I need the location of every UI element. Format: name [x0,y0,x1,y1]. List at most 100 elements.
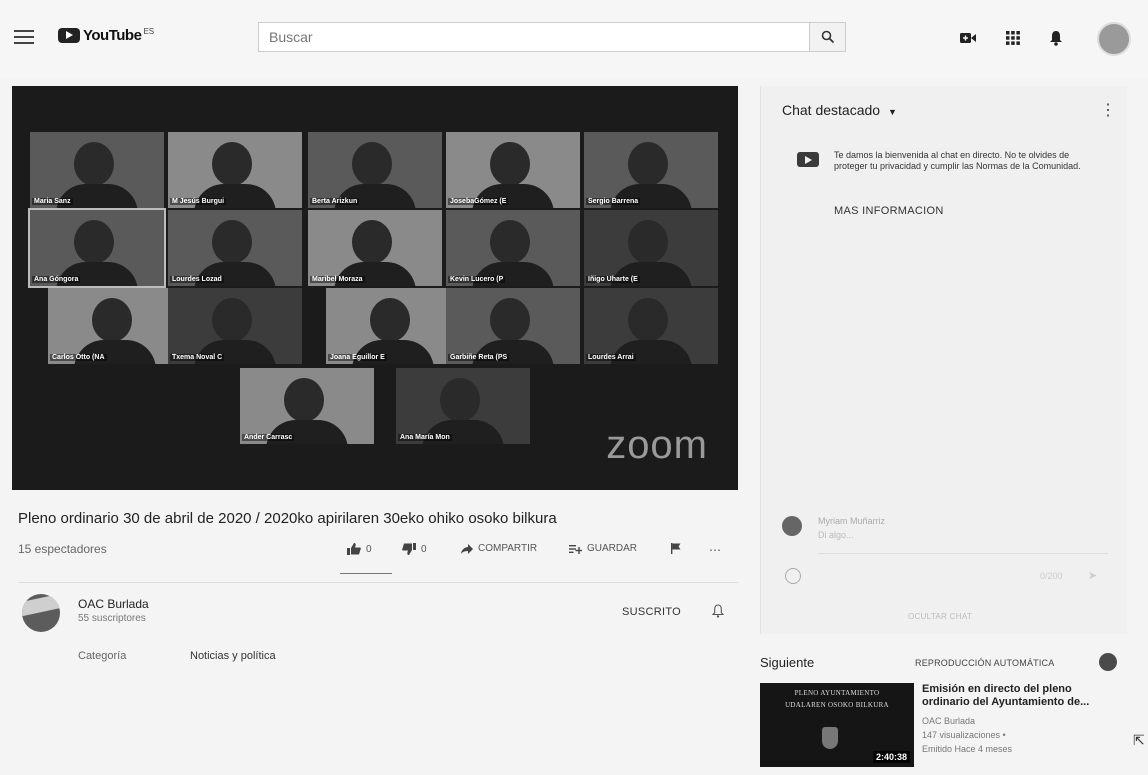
next-video-views: 147 visualizaciones • [922,730,1006,740]
report-button[interactable] [671,543,681,554]
next-video-title[interactable]: Emisión en directo del pleno ordinario d… [922,683,1107,709]
participant-tile: Ander Carrasc [240,368,374,444]
participant-name: JosebaGómez (E [448,198,509,205]
share-button[interactable]: COMPARTIR [461,543,537,554]
participant-tile: Berta Arizkun [308,132,442,208]
participant-face [628,142,668,186]
participant-name: M Jesús Burgui [170,198,227,205]
participant-face [284,378,324,422]
chat-more-icon[interactable]: ⋮ [1100,100,1116,120]
channel-avatar[interactable] [22,594,60,632]
youtube-play-icon [58,28,80,43]
thumbs-down-icon [402,543,416,555]
next-up-label: Siguiente [760,655,815,670]
participant-name: Ana Góngora [32,276,81,283]
channel-bell-icon[interactable] [711,604,725,623]
participant-tile: Carlos Otto (NA [48,288,182,364]
participant-tile: Maria Sanz [30,132,164,208]
participant-name: Lourdes Lozad [170,276,224,283]
channel-name[interactable]: OAC Burlada [78,597,149,611]
participant-face [490,298,530,342]
participant-tile: Joana Eguillor E [326,288,460,364]
participant-tile: Iñigo Uharte (E [584,210,718,286]
send-icon[interactable]: ➤ [1088,569,1097,582]
participant-name: Ana María Mon [398,434,452,441]
divider [18,582,738,583]
next-video-channel[interactable]: OAC Burlada [922,716,975,726]
more-info-link[interactable]: MAS INFORMACION [834,205,944,217]
like-button[interactable]: 0 [347,543,372,555]
participant-face [212,298,252,342]
participant-name: Garbiñe Reta (PS [448,354,510,361]
category-label: Categoría [78,650,127,662]
autoplay-label: REPRODUCCIÓN AUTOMÁTICA [915,658,1055,668]
menu-icon[interactable] [14,30,34,44]
save-label: GUARDAR [587,543,638,554]
search-icon [821,30,834,44]
chevron-down-icon: ▼ [887,107,897,117]
like-count: 0 [366,543,372,555]
participant-face [370,298,410,342]
share-label: COMPARTIR [478,543,538,554]
playlist-add-icon [569,544,582,554]
chat-mode-dropdown[interactable]: Chat destacado ▼ [782,102,897,118]
participant-name: Iñigo Uharte (E [586,276,640,283]
participant-tile: Lourdes Arrai [584,288,718,364]
participant-tile: Ana Góngora [28,208,166,288]
logo-country: ES [143,27,155,36]
participant-tile: Maribel Moraza [308,210,442,286]
notifications-bell-icon[interactable] [1046,28,1066,48]
participant-tile: Ana María Mon [396,368,530,444]
thumbs-up-icon [347,543,361,555]
participant-tile: Txema Noval C [168,288,302,364]
participant-tile: Garbiñe Reta (PS [446,288,580,364]
participant-face [352,142,392,186]
participant-name: Maribel Moraza [310,276,365,283]
zoom-watermark: zoom [606,423,708,467]
participant-name: Sergio Barrena [586,198,641,205]
category-value[interactable]: Noticias y política [190,650,276,662]
participant-tile: Sergio Barrena [584,132,718,208]
next-video-time: Emitido Hace 4 meses [922,744,1013,754]
participant-tile: Lourdes Lozad [168,210,302,286]
next-video-thumbnail[interactable]: PLENO AYUNTAMIENTO UDALAREN OSOKO BILKUR… [760,683,914,767]
flag-icon [671,543,681,554]
chat-header-label: Chat destacado [782,102,881,118]
more-actions-icon[interactable]: ⋯ [709,543,723,557]
share-icon [461,543,473,554]
emoji-icon[interactable] [785,568,801,584]
youtube-logo[interactable]: YouTube ES [58,27,154,44]
like-ratio-bar [340,573,392,574]
apps-grid-icon[interactable] [1003,28,1023,48]
subscribed-button[interactable]: SUSCRITO [622,606,681,618]
participant-face [628,298,668,342]
participant-name: Lourdes Arrai [586,354,636,361]
participant-tile: JosebaGómez (E [446,132,580,208]
participant-face [490,220,530,264]
hide-chat-button[interactable]: OCULTAR CHAT [908,612,972,621]
participant-face [440,378,480,422]
chat-input[interactable]: Di algo... [818,530,854,540]
dislike-button[interactable]: 0 [402,543,427,555]
participant-face [628,220,668,264]
create-video-icon[interactable] [958,28,978,48]
top-bar: YouTube ES [0,0,1148,78]
participant-name: Maria Sanz [32,198,73,205]
search-box [258,22,810,52]
participant-name: Ander Carrasc [242,434,295,441]
participant-tile: Kevin Lucero (P [446,210,580,286]
search-button[interactable] [810,22,846,52]
participant-face [490,142,530,186]
mouse-cursor-icon: ⇱ [1133,732,1145,748]
participant-face [212,142,252,186]
thumbnail-caption: PLENO AYUNTAMIENTO UDALAREN OSOKO BILKUR… [760,687,914,711]
chat-welcome-text: Te damos la bienvenida al chat en direct… [834,150,1081,171]
participant-name: Carlos Otto (NA [50,354,107,361]
youtube-chat-icon [797,152,819,167]
autoplay-toggle[interactable] [1099,653,1117,671]
search-input[interactable] [259,23,799,51]
save-button[interactable]: GUARDAR [569,543,637,554]
logo-text: YouTube [83,27,142,44]
video-player[interactable]: Maria Sanz M Jesús Burgui Berta Arizkun Jos… [12,86,738,490]
user-avatar[interactable] [1097,22,1131,56]
